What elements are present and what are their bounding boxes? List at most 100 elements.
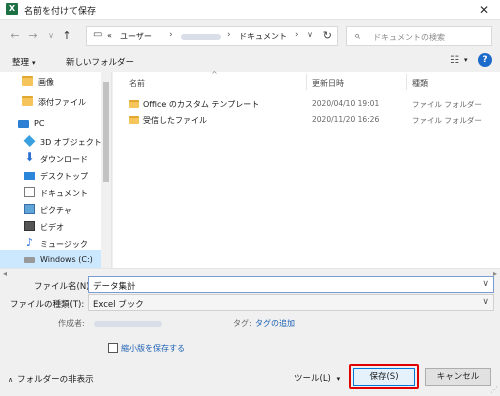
address-dropdown-icon[interactable]: ∨ bbox=[307, 30, 313, 39]
refresh-icon[interactable]: ↻ bbox=[323, 29, 332, 42]
sidebar-item-label: 3D オブジェクト bbox=[40, 138, 102, 147]
file-name: Office のカスタム テンプレート bbox=[143, 100, 260, 109]
sidebar-item-label: 画像 bbox=[38, 78, 54, 87]
sidebar-item-label: PC bbox=[34, 119, 45, 128]
sidebar-item-images[interactable]: 画像 bbox=[0, 72, 102, 92]
filetype-value: Excel ブック bbox=[93, 300, 144, 310]
breadcrumb-separator[interactable]: › bbox=[295, 30, 299, 40]
cancel-button[interactable]: キャンセル bbox=[425, 368, 491, 386]
hide-folders-label: フォルダーの非表示 bbox=[17, 375, 94, 385]
content-panes: 画像 添付ファイル PC 3D オブジェクト ⬇ ダウンロード デスクトップ ド… bbox=[0, 70, 500, 268]
sidebar-item-label: Windows (C:) bbox=[40, 255, 93, 264]
chevron-down-icon: ▾ bbox=[336, 375, 341, 383]
breadcrumb-users[interactable]: ユーザー bbox=[120, 31, 152, 42]
file-list[interactable]: ^ 名前 更新日時 種類 Office のカスタム テンプレート 2020/04… bbox=[113, 70, 500, 268]
close-button[interactable]: ✕ bbox=[473, 2, 495, 18]
search-box[interactable]: ⌕ ドキュメントの検索 bbox=[346, 26, 492, 46]
tags-label: タグ: bbox=[233, 319, 252, 328]
folder-icon bbox=[22, 96, 33, 106]
music-icon: ♪ bbox=[25, 236, 34, 249]
thumbnail-checkbox[interactable] bbox=[108, 343, 118, 353]
address-bar[interactable]: ▭ « ユーザー › › ドキュメント › ∨ ↻ bbox=[86, 26, 338, 46]
sidebar-item-label: デスクトップ bbox=[40, 172, 88, 181]
breadcrumb-separator[interactable]: › bbox=[169, 30, 173, 40]
recent-locations-button[interactable]: ∨ bbox=[44, 28, 58, 44]
add-tag-link[interactable]: タグの追加 bbox=[255, 318, 295, 329]
folder-icon bbox=[22, 76, 33, 86]
hide-folders-toggle[interactable]: ∧ フォルダーの非表示 bbox=[8, 373, 94, 385]
filename-input[interactable]: データ集計 ∨ bbox=[88, 276, 494, 293]
pictures-icon bbox=[24, 204, 35, 214]
tools-label: ツール(L) bbox=[294, 374, 331, 384]
file-date: 2020/04/10 19:01 bbox=[312, 99, 380, 108]
resize-grip-icon[interactable]: ⋰ bbox=[490, 385, 498, 394]
table-row[interactable]: 受信したファイル 2020/11/20 16:26 ファイル フォルダー bbox=[113, 112, 500, 128]
scrollbar-thumb[interactable] bbox=[103, 82, 109, 182]
navigation-pane[interactable]: 画像 添付ファイル PC 3D オブジェクト ⬇ ダウンロード デスクトップ ド… bbox=[0, 72, 112, 268]
command-bar: 整理 ▾ 新しいフォルダー ☷ ▾ ? bbox=[0, 50, 500, 72]
filename-value: データ集計 bbox=[93, 282, 136, 292]
excel-icon: X bbox=[6, 3, 18, 15]
sidebar-item-label: ダウンロード bbox=[40, 155, 88, 164]
sidebar-item-label: ピクチャ bbox=[40, 206, 72, 215]
search-placeholder: ドキュメントの検索 bbox=[373, 33, 445, 42]
sidebar-item-label: ドキュメント bbox=[40, 189, 88, 198]
file-type: ファイル フォルダー bbox=[412, 100, 482, 109]
pc-icon bbox=[18, 120, 29, 128]
file-type: ファイル フォルダー bbox=[412, 116, 482, 125]
desktop-icon bbox=[24, 172, 35, 180]
drive-icon bbox=[24, 257, 35, 263]
breadcrumb-separator[interactable]: › bbox=[227, 30, 231, 40]
column-header-name[interactable]: 名前 bbox=[129, 78, 145, 89]
help-icon[interactable]: ? bbox=[478, 53, 492, 67]
window-title: 名前を付けて保存 bbox=[24, 7, 97, 17]
chevron-down-icon: ▾ bbox=[32, 59, 36, 67]
title-bar: X 名前を付けて保存 ✕ bbox=[0, 0, 500, 20]
sidebar-item-label: 添付ファイル bbox=[38, 98, 86, 107]
file-date: 2020/11/20 16:26 bbox=[312, 115, 380, 124]
view-dropdown-icon[interactable]: ▾ bbox=[464, 56, 468, 64]
sidebar-item-label: ミュージック bbox=[40, 240, 88, 249]
chevron-up-icon: ∧ bbox=[8, 376, 14, 384]
back-button[interactable]: ← bbox=[8, 28, 22, 44]
3d-objects-icon bbox=[23, 135, 36, 147]
filename-row: ファイル名(N): データ集計 ∨ bbox=[0, 276, 500, 294]
up-button[interactable]: ↑ bbox=[60, 28, 74, 44]
new-folder-button[interactable]: 新しいフォルダー bbox=[66, 56, 134, 68]
column-header-date[interactable]: 更新日時 bbox=[312, 78, 344, 89]
folder-icon bbox=[129, 100, 139, 108]
sidebar-item-attachments[interactable]: 添付ファイル bbox=[0, 92, 102, 112]
sidebar-scrollbar[interactable] bbox=[101, 72, 111, 268]
videos-icon bbox=[24, 221, 35, 231]
column-header-type[interactable]: 種類 bbox=[412, 78, 428, 89]
tools-button[interactable]: ツール(L) ▾ bbox=[294, 372, 340, 384]
sidebar-item-windows-c[interactable]: Windows (C:) bbox=[0, 250, 102, 268]
organize-label: 整理 bbox=[12, 58, 30, 68]
folder-address-icon: ▭ bbox=[93, 29, 103, 40]
documents-icon bbox=[24, 187, 35, 197]
search-icon: ⌕ bbox=[354, 29, 361, 42]
redacted-author[interactable] bbox=[94, 321, 162, 327]
redacted-username bbox=[181, 34, 221, 40]
organize-button[interactable]: 整理 ▾ bbox=[12, 56, 36, 68]
breadcrumb-documents[interactable]: ドキュメント bbox=[239, 31, 287, 42]
table-row[interactable]: Office のカスタム テンプレート 2020/04/10 19:01 ファイ… bbox=[113, 96, 500, 112]
chevron-down-icon[interactable]: ∨ bbox=[482, 297, 489, 307]
download-icon: ⬇ bbox=[24, 150, 35, 164]
view-options-icon[interactable]: ☷ bbox=[450, 55, 459, 66]
filename-label: ファイル名(N): bbox=[34, 282, 93, 292]
chevron-down-icon[interactable]: ∨ bbox=[482, 279, 489, 289]
filetype-label: ファイルの種類(T): bbox=[10, 300, 85, 310]
author-label: 作成者: bbox=[58, 319, 85, 328]
navigation-bar: ← → ∨ ↑ ▭ « ユーザー › › ドキュメント › ∨ ↻ ⌕ ドキュメ… bbox=[0, 24, 500, 48]
thumbnail-label[interactable]: 縮小版を保存する bbox=[121, 343, 185, 354]
sidebar-item-label: ビデオ bbox=[40, 223, 64, 232]
file-name: 受信したファイル bbox=[143, 116, 207, 125]
column-divider[interactable] bbox=[306, 74, 307, 90]
sort-caret-icon: ^ bbox=[211, 70, 218, 79]
sidebar-item-pc[interactable]: PC bbox=[0, 114, 102, 134]
forward-button[interactable]: → bbox=[26, 28, 40, 44]
breadcrumb-overflow[interactable]: « bbox=[107, 31, 112, 40]
filetype-select[interactable]: Excel ブック ∨ bbox=[88, 294, 494, 311]
column-divider[interactable] bbox=[406, 74, 407, 90]
